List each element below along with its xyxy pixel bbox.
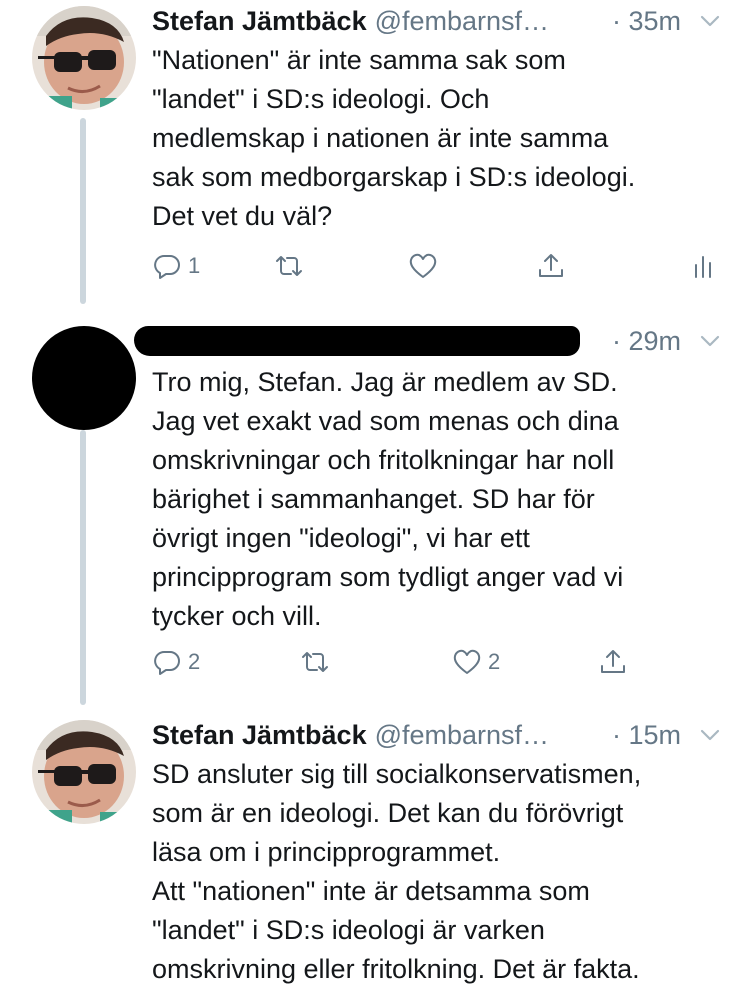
reply-count: 1 <box>188 253 201 278</box>
tweet-text-line: Tro mig, Stefan. Jag är medlem av SD. <box>152 367 618 397</box>
like-button[interactable]: 2 <box>452 642 500 682</box>
chevron-down-icon[interactable] <box>699 726 721 744</box>
reply-icon <box>154 255 180 279</box>
tweet-text-line: sak som medborgarskap i SD:s ideologi. <box>152 162 636 192</box>
tweet-text-line: bärighet i sammanhanget. SD har för <box>152 484 595 514</box>
share-icon <box>539 254 563 277</box>
tweet-text-line: SD ansluter sig till socialkonservatisme… <box>152 759 642 789</box>
tweet-actions: 1 <box>152 246 722 286</box>
author-name[interactable]: Stefan Jämtbäck <box>152 6 367 36</box>
avatar[interactable] <box>32 720 136 824</box>
tweet-text-line: "Nationen" är inte samma sak som <box>152 45 566 75</box>
reply-count: 2 <box>188 649 201 674</box>
retweet-button[interactable] <box>300 642 330 682</box>
author-handle[interactable]: @fembarnsf… <box>375 720 549 750</box>
retweet-icon <box>276 256 302 276</box>
reply-button[interactable]: 2 <box>152 642 200 682</box>
tweet-text: Tro mig, Stefan. Jag är medlem av SD. Ja… <box>152 363 732 636</box>
tweet-text-line: omskrivning eller fritolkning. Det är fa… <box>152 954 640 984</box>
tweet-text-line: övrigt ingen "ideologi", vi har ett <box>152 523 530 553</box>
share-button[interactable] <box>536 246 566 286</box>
tweet[interactable]: Stefan Jämtbäck @fembarnsf… · 35m "Nation… <box>0 0 749 310</box>
tweet-header: · 29m <box>152 322 725 360</box>
avatar[interactable] <box>32 326 136 430</box>
tweet-header: Stefan Jämtbäck @fembarnsf… · 35m <box>152 2 725 40</box>
tweet-text-line: tycker och vill. <box>152 601 322 631</box>
tweet[interactable]: · 29m Tro mig, Stefan. Jag är medlem av … <box>0 318 749 710</box>
tweet-text-line: Det vet du väl? <box>152 201 333 231</box>
tweet-header: Stefan Jämtbäck @fembarnsf… · 15m <box>152 716 725 754</box>
like-button[interactable] <box>408 246 438 286</box>
avatar[interactable] <box>32 6 136 110</box>
tweet-text-line: som är en ideologi. Det kan du förövrigt <box>152 798 624 828</box>
tweet-text-line: läsa om i principprogrammet. <box>152 837 501 867</box>
tweet-text-line: omskrivningar och fritolkningar har noll <box>152 445 615 475</box>
retweet-icon <box>302 652 328 672</box>
author-name[interactable]: Stefan Jämtbäck <box>152 720 367 750</box>
timestamp[interactable]: · 35m <box>612 2 681 40</box>
tweet-text-line: "landet" i SD:s ideologi. Och <box>152 84 490 114</box>
timestamp[interactable]: · 15m <box>612 716 681 754</box>
analytics-button[interactable] <box>690 246 720 286</box>
retweet-button[interactable] <box>274 246 304 286</box>
tweet-text: "Nationen" är inte samma sak som "landet… <box>152 41 732 236</box>
author-handle[interactable]: @fembarnsf… <box>375 6 549 36</box>
like-icon <box>409 253 437 278</box>
tweet[interactable]: Stefan Jämtbäck @fembarnsf… · 15m SD ansl… <box>0 714 749 995</box>
tweet-text-line: principprogram som tydligt anger vad vi <box>152 562 624 592</box>
like-count: 2 <box>488 649 501 674</box>
tweet-text-line: Jag vet exakt vad som menas och dina <box>152 406 619 436</box>
tweet-actions: 2 2 <box>152 642 722 682</box>
tweet-text-line: Att "nationen" inte är detsamma som <box>152 876 590 906</box>
timestamp[interactable]: · 29m <box>612 322 681 360</box>
tweet-text-line: medlemskap i nationen är inte samma <box>152 123 609 153</box>
reply-icon <box>154 651 180 675</box>
tweet-text-line: "landet" i SD:s ideologi är varken <box>152 915 545 945</box>
tweet-text: SD ansluter sig till socialkonservatisme… <box>152 755 732 989</box>
chevron-down-icon[interactable] <box>699 12 721 30</box>
share-button[interactable] <box>598 642 628 682</box>
chevron-down-icon[interactable] <box>699 332 721 350</box>
share-icon <box>601 650 625 673</box>
like-icon <box>453 649 481 674</box>
analytics-icon <box>695 256 711 278</box>
reply-button[interactable]: 1 <box>152 246 200 286</box>
